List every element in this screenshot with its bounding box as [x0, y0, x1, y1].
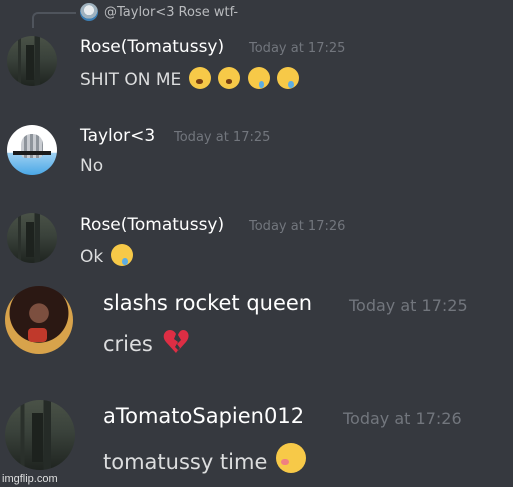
drooling-face-emoji-icon — [247, 67, 270, 89]
message-text: cries — [103, 329, 190, 360]
username[interactable]: Rose(Tomatussy) — [80, 215, 224, 235]
timestamp: Today at 17:25 — [174, 130, 271, 145]
drooling-face-emoji-icon — [110, 244, 133, 266]
username[interactable]: aTomatoSapien012 — [103, 404, 304, 428]
reply-text: Rose wtf- — [178, 4, 239, 20]
avatar[interactable] — [7, 125, 57, 175]
username[interactable]: Taylor<3 — [80, 126, 155, 146]
timestamp: Today at 17:25 — [249, 41, 346, 56]
watermark: imgflip.com — [2, 473, 58, 485]
message-body: Ok — [80, 247, 104, 267]
message-body: cries — [103, 332, 153, 356]
reply-author[interactable]: @Taylor<3 — [104, 5, 175, 20]
reply-avatar-icon — [80, 3, 98, 21]
message-body: SHIT ON ME — [80, 70, 182, 90]
avatar[interactable] — [5, 400, 75, 470]
message-text: No — [80, 156, 104, 176]
message-text: tomatussy time — [103, 443, 307, 474]
avatar[interactable] — [7, 213, 57, 263]
timestamp: Today at 17:25 — [349, 296, 468, 315]
drooling-face-emoji-icon — [276, 67, 299, 89]
avatar[interactable] — [7, 36, 57, 86]
woozy-face-emoji-icon — [276, 443, 307, 473]
avatar[interactable] — [5, 286, 73, 354]
reply-preview[interactable]: @Taylor<3 Rose wtf- — [80, 3, 238, 21]
message-text: Ok — [80, 244, 133, 267]
username[interactable]: slashs rocket queen — [103, 291, 312, 315]
weary-face-emoji-icon — [218, 67, 241, 89]
username[interactable]: Rose(Tomatussy) — [80, 37, 224, 57]
message-text: SHIT ON ME — [80, 67, 299, 90]
timestamp: Today at 17:26 — [249, 219, 346, 234]
timestamp: Today at 17:26 — [343, 409, 462, 428]
message-body: tomatussy time — [103, 450, 268, 474]
weary-face-emoji-icon — [188, 67, 211, 89]
reply-connector-line — [32, 12, 76, 28]
broken-heart-emoji-icon — [162, 329, 190, 360]
